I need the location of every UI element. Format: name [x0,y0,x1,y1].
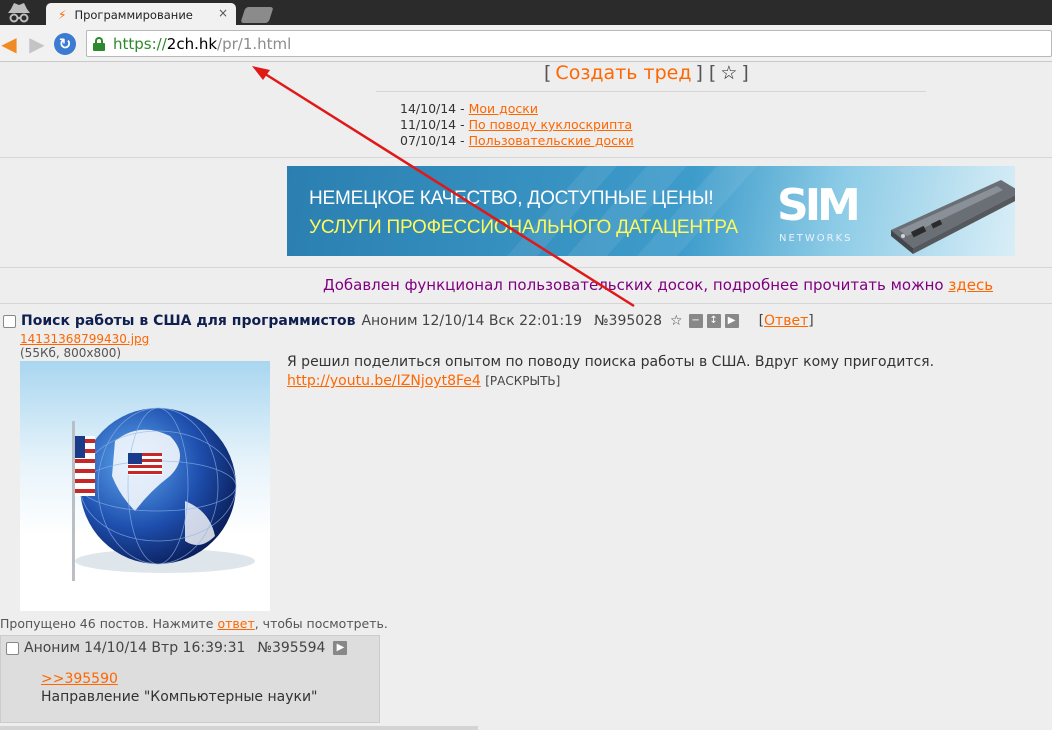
back-arrow-icon[interactable]: ◀ [0,32,20,56]
bracket: ] [741,62,749,84]
expand-video-button[interactable]: [РАСКРЫТЬ] [485,374,560,388]
reply-link[interactable]: Ответ [764,313,808,329]
bracket: ] [ [695,62,717,84]
post-date: 14/10/14 Втр 16:39:31 [84,640,246,656]
file-info: (55Кб, 800x800) [20,346,122,360]
op-post-body: Я решил поделиться опытом по поводу поис… [287,353,934,391]
post-image[interactable] [20,361,270,611]
news-date: 11/10/14 - [400,117,469,132]
bracket: [ [544,62,552,84]
divider [0,303,1052,304]
forward-arrow-icon[interactable]: ▶ [26,32,48,56]
post-checkbox[interactable] [3,314,16,328]
omitted-text: Пропущено 46 постов. Нажмите [0,616,218,631]
divider [0,157,1052,158]
post-checkbox[interactable] [6,641,19,655]
omitted-reply-link[interactable]: ответ [217,616,254,631]
announcement-link[interactable]: здесь [948,276,993,294]
hide-icon[interactable]: − [688,314,703,328]
post-number[interactable]: №395028 [594,313,662,329]
sim-logo: SIM [777,180,861,231]
announcement-text: Добавлен функционал пользовательских дос… [323,276,949,294]
poster-name: Аноним [24,640,81,656]
news-date: 07/10/14 - [400,133,469,148]
globe-flag-image [72,407,255,581]
banner-subline: УСЛУГИ ПРОФЕССИОНАЛЬНОГО ДАТАЦЕНТРА [309,217,738,238]
sim-logo-subtitle: NETWORKS [779,233,853,244]
file-name-link[interactable]: 14131368799430.jpg [20,332,149,346]
news-item: 07/10/14 - Пользовательские доски [400,133,634,149]
board-page: [Создать тред] [☆] 14/10/14 - Мои доски … [0,62,1052,730]
url-text: https://2ch.hk/pr/1.html [113,35,291,53]
address-bar[interactable]: https://2ch.hk/pr/1.html [86,30,1052,57]
news-list: 14/10/14 - Мои доски 11/10/14 - По повод… [400,101,634,149]
reply-button: [Ответ] [759,313,814,329]
reply-post-text: Направление "Компьютерные науки" [41,689,318,705]
divider [0,267,1052,268]
create-thread-link[interactable]: Создать тред [555,62,691,84]
bracket: ] [808,313,814,329]
ad-banner[interactable]: НЕМЕЦКОЕ КАЧЕСТВО, ДОСТУПНЫЕ ЦЕНЫ! УСЛУГ… [287,166,1015,256]
announcement: Добавлен функционал пользовательских дос… [323,276,993,294]
tab-bar: ⚡ Программирование × [0,0,1052,27]
create-thread-row: [Создать тред] [☆] [544,62,749,86]
new-tab-button[interactable] [240,7,274,23]
star-icon[interactable]: ☆ [670,313,683,329]
tab-programming[interactable]: ⚡ Программирование × [46,3,236,27]
play-icon[interactable]: ▶ [724,314,739,328]
news-link[interactable]: Мои доски [469,101,538,116]
reply-post-header: Аноним 14/10/14 Втр 16:39:31 №395594 ▶ [6,640,351,656]
favorite-star-icon[interactable]: ☆ [720,62,737,84]
omitted-posts-notice: Пропущено 46 постов. Нажмите ответ, чтоб… [0,616,388,631]
server-image [891,180,1015,254]
reload-icon[interactable]: ↻ [54,33,76,55]
news-date: 14/10/14 - [400,101,469,116]
op-post-text: Я решил поделиться опытом по поводу поис… [287,354,935,370]
news-link[interactable]: По поводу куклоскрипта [469,117,633,132]
divider [376,91,926,92]
next-post-edge [0,726,478,730]
news-item: 14/10/14 - Мои доски [400,101,634,117]
news-item: 11/10/14 - По поводу куклоскрипта [400,117,634,133]
post-date: 12/10/14 Вск 22:01:19 [421,313,582,329]
incognito-icon [8,3,30,23]
url-scheme: https:// [113,34,167,53]
url-host: 2ch.hk [166,34,218,53]
poster-name: Аноним [361,313,418,329]
tab-title: Программирование [74,8,193,22]
quote-link[interactable]: >>395590 [41,671,118,687]
reply-post: Аноним 14/10/14 Втр 16:39:31 №395594 ▶ >… [0,635,380,723]
news-link[interactable]: Пользовательские доски [469,133,634,148]
youtube-link[interactable]: http://youtu.be/IZNjoyt8Fe4 [287,373,481,389]
play-icon[interactable]: ▶ [333,641,348,655]
banner-headline: НЕМЕЦКОЕ КАЧЕСТВО, ДОСТУПНЫЕ ЦЕНЫ! [309,188,714,209]
omitted-text: , чтобы посмотреть. [254,616,388,631]
url-path: /pr/1.html [217,34,292,53]
lightning-icon: ⚡ [58,8,67,22]
thread-subject: Поиск работы в США для программистов [21,313,356,329]
expand-icon[interactable]: ↕ [706,314,721,328]
post-number[interactable]: №395594 [257,640,325,656]
close-tab-icon[interactable]: × [218,6,228,20]
op-post-link-row: http://youtu.be/IZNjoyt8Fe4 [РАСКРЫТЬ] [287,372,934,391]
op-post-header: Поиск работы в США для программистов Ано… [3,312,814,330]
lock-icon [93,36,105,51]
browser-toolbar: ◀ ▶ ↻ https://2ch.hk/pr/1.html [0,25,1052,62]
